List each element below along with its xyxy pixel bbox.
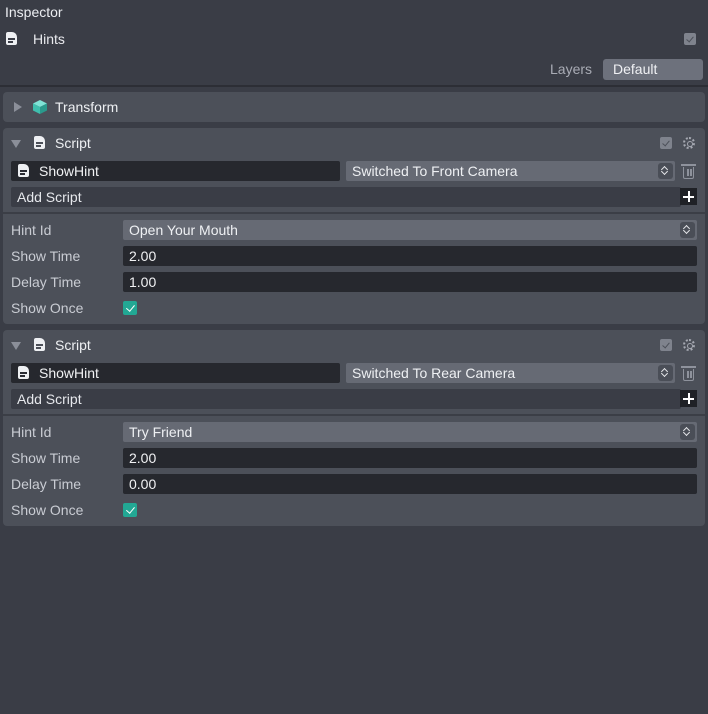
script-icon [34,338,45,351]
trash-icon[interactable] [681,164,696,179]
show-once-label: Show Once [11,300,84,316]
layers-dropdown[interactable]: Default [603,59,703,80]
show-time-input[interactable]: 2.00 [123,246,697,266]
script-enabled-checkbox[interactable] [660,137,672,149]
hint-id-dropdown[interactable]: Open Your Mouth [123,220,697,240]
show-time-label: Show Time [11,248,81,264]
script-title: Script [55,337,91,353]
hint-id-label: Hint Id [11,424,52,440]
script-file-icon [18,164,29,177]
delay-time-input[interactable]: 1.00 [123,272,697,292]
dropdown-stepper-icon [680,424,695,440]
show-once-checkbox[interactable] [123,301,137,315]
cube-icon [33,100,47,114]
event-dropdown-value: Switched To Front Camera [352,163,518,179]
script-icon [34,136,45,149]
add-script-button[interactable] [680,188,697,205]
event-dropdown[interactable]: Switched To Rear Camera [346,363,675,383]
layers-label: Layers [550,61,593,77]
delay-time-label: Delay Time [11,274,82,290]
expand-arrow-icon[interactable] [14,102,22,112]
object-header [0,28,708,52]
dropdown-stepper-icon [680,222,695,238]
show-once-label: Show Once [11,502,84,518]
add-script-field[interactable]: Add Script [11,389,681,409]
collapse-arrow-icon[interactable] [11,342,21,350]
collapse-arrow-icon[interactable] [11,140,21,148]
hint-id-value: Open Your Mouth [129,222,238,238]
add-script-button[interactable] [680,390,697,407]
show-once-checkbox[interactable] [123,503,137,517]
trash-icon[interactable] [681,366,696,381]
transform-title: Transform [55,99,119,115]
object-name[interactable]: Hints [33,31,65,47]
gear-icon[interactable] [683,339,695,351]
panel-title: Inspector [5,4,63,20]
hint-id-value: Try Friend [129,424,193,440]
dropdown-stepper-icon [658,163,673,179]
object-enabled-checkbox[interactable] [684,33,696,45]
gear-icon[interactable] [683,137,695,149]
script-file-icon [18,366,29,379]
header-divider [0,85,708,87]
script-name-field[interactable]: ShowHint [11,161,340,181]
script-name-field[interactable]: ShowHint [11,363,340,383]
hint-id-dropdown[interactable]: Try Friend [123,422,697,442]
event-dropdown[interactable]: Switched To Front Camera [346,161,675,181]
delay-time-label: Delay Time [11,476,82,492]
dropdown-stepper-icon [658,365,673,381]
script-enabled-checkbox[interactable] [660,339,672,351]
script-title: Script [55,135,91,151]
delay-time-input[interactable]: 0.00 [123,474,697,494]
show-time-input[interactable]: 2.00 [123,448,697,468]
add-script-field[interactable]: Add Script [11,187,681,207]
section-divider [3,212,705,214]
section-divider [3,414,705,416]
document-icon [6,32,17,45]
show-time-label: Show Time [11,450,81,466]
hint-id-label: Hint Id [11,222,52,238]
event-dropdown-value: Switched To Rear Camera [352,365,516,381]
